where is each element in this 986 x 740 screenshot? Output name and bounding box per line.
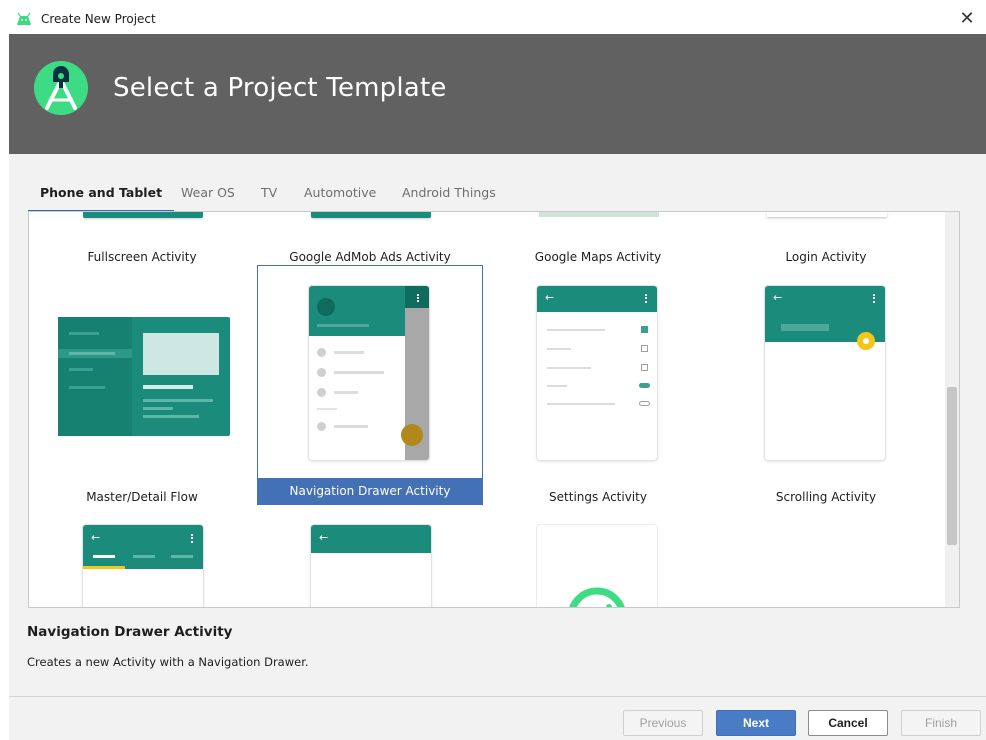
empty-activity-thumbnail[interactable] (537, 525, 657, 607)
admob-thumb-peek (311, 212, 431, 218)
template-label-navigation-drawer[interactable]: Navigation Drawer Activity (257, 478, 483, 504)
next-button[interactable]: Next (716, 710, 796, 736)
page-title: Select a Project Template (113, 73, 447, 103)
maps-thumb-peek (539, 212, 659, 217)
gallery-scrollbar[interactable] (945, 212, 959, 607)
tabbed-activity-thumbnail[interactable]: ← (83, 525, 203, 607)
title-bar: Create New Project ✕ (9, 6, 986, 34)
cancel-button[interactable]: Cancel (808, 710, 888, 736)
template-label-master-detail[interactable]: Master/Detail Flow (29, 490, 255, 504)
template-label-admob[interactable]: Google AdMob Ads Activity (257, 250, 483, 264)
previous-button[interactable]: Previous (623, 710, 703, 736)
template-label-login[interactable]: Login Activity (713, 250, 939, 264)
tab-tv[interactable]: TV (261, 182, 277, 212)
selected-template-title: Navigation Drawer Activity (27, 624, 233, 640)
scrollbar-thumb[interactable] (947, 387, 957, 545)
template-label-settings[interactable]: Settings Activity (485, 490, 711, 504)
android-studio-logo (34, 61, 88, 115)
navigation-drawer-thumbnail[interactable] (309, 286, 429, 460)
scrolling-thumbnail[interactable]: ← (765, 286, 885, 460)
close-icon[interactable]: ✕ (956, 8, 978, 30)
template-label-scrolling[interactable]: Scrolling Activity (713, 490, 939, 504)
selected-template-description: Creates a new Activity with a Navigation… (27, 655, 309, 669)
header-banner: Select a Project Template (9, 34, 986, 154)
template-gallery: Fullscreen Activity Google AdMob Ads Act… (28, 211, 960, 608)
android-head-icon (569, 587, 625, 607)
tab-wear-os[interactable]: Wear OS (181, 182, 235, 212)
template-label-fullscreen[interactable]: Fullscreen Activity (29, 250, 255, 264)
tab-android-things[interactable]: Android Things (402, 182, 496, 212)
master-detail-thumbnail[interactable] (57, 316, 231, 438)
template-label-maps[interactable]: Google Maps Activity (485, 250, 711, 264)
android-studio-icon (17, 12, 31, 25)
login-thumb-peek (767, 212, 887, 217)
tab-automotive[interactable]: Automotive (304, 182, 376, 212)
basic-activity-thumbnail[interactable]: ← (311, 525, 431, 607)
settings-thumbnail[interactable]: ← (537, 286, 657, 460)
footer-divider (9, 696, 986, 697)
fullscreen-thumb-peek (83, 212, 203, 218)
tab-phone-and-tablet[interactable]: Phone and Tablet (28, 182, 175, 212)
finish-button[interactable]: Finish (901, 710, 981, 736)
window-title: Create New Project (41, 12, 156, 26)
